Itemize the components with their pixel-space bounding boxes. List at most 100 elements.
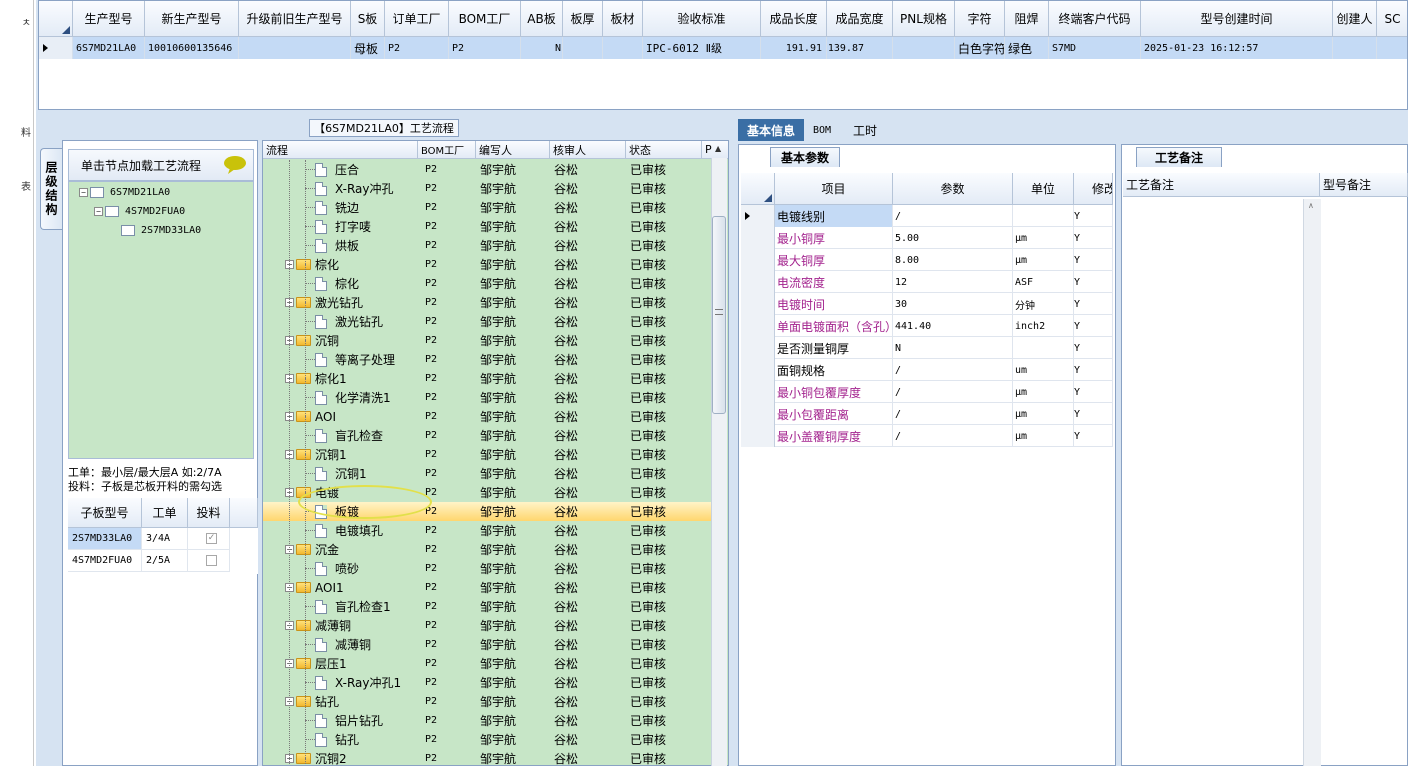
flow-node[interactable]: − 沉铜1 xyxy=(285,445,347,464)
tab-process-remarks[interactable]: 工艺备注 xyxy=(1136,147,1222,167)
cell[interactable]: P2 xyxy=(425,331,437,350)
table-row[interactable]: − 沉铜 P2 邹宇航 谷松 已审核 xyxy=(263,331,713,350)
table-row[interactable]: 面铜规格 / um Y xyxy=(741,359,1113,381)
cell[interactable]: P2 xyxy=(425,749,437,765)
param-unit[interactable]: 分钟 xyxy=(1013,293,1074,315)
cell[interactable]: 谷松 xyxy=(554,217,578,236)
param-value[interactable]: 8.00 xyxy=(893,249,1013,271)
tree-node[interactable]: − 4S7MD2FUA0 xyxy=(94,206,185,217)
param-mod[interactable]: Y xyxy=(1074,293,1113,315)
col-header[interactable]: 新生产型号 xyxy=(145,1,239,37)
cell[interactable]: 已审核 xyxy=(630,236,666,255)
flow-node[interactable]: 烘板 xyxy=(315,236,359,255)
table-row[interactable]: − 钻孔 P2 邹宇航 谷松 已审核 xyxy=(263,692,713,711)
col-header[interactable]: 工艺备注 xyxy=(1123,173,1320,197)
table-row[interactable]: 沉铜1 P2 邹宇航 谷松 已审核 xyxy=(263,464,713,483)
cell[interactable]: 6S7MD21LA0 xyxy=(73,37,145,59)
col-header[interactable]: 单位 xyxy=(1013,173,1074,205)
param-unit[interactable] xyxy=(1013,337,1074,359)
cell[interactable]: 已审核 xyxy=(630,540,666,559)
cell[interactable]: P2 xyxy=(425,160,437,179)
cell[interactable]: 邹宇航 xyxy=(480,673,516,692)
cell[interactable]: 邹宇航 xyxy=(480,559,516,578)
param-unit[interactable]: μm xyxy=(1013,403,1074,425)
cell[interactable]: P2 xyxy=(425,635,437,654)
flow-node[interactable]: X-Ray冲孔 xyxy=(315,179,393,198)
flow-node[interactable]: 化学清洗1 xyxy=(315,388,391,407)
table-row[interactable]: 最小盖覆铜厚度 / μm Y xyxy=(741,425,1113,447)
table-row[interactable]: 棕化 P2 邹宇航 谷松 已审核 xyxy=(263,274,713,293)
col-header[interactable]: 生产型号 xyxy=(73,1,145,37)
cell[interactable]: 谷松 xyxy=(554,331,578,350)
cell[interactable]: 邹宇航 xyxy=(480,711,516,730)
flow-node[interactable]: 激光钻孔 xyxy=(315,312,383,331)
cell[interactable]: P2 xyxy=(425,578,437,597)
cell[interactable]: 母板 xyxy=(351,37,385,59)
cell[interactable]: 绿色 xyxy=(1005,37,1049,59)
cell[interactable]: N xyxy=(521,37,563,59)
table-row[interactable]: 铣边 P2 邹宇航 谷松 已审核 xyxy=(263,198,713,217)
flow-node[interactable]: 打字唛 xyxy=(315,217,371,236)
table-row[interactable]: 最小铜包覆厚度 / μm Y xyxy=(741,381,1113,403)
cell[interactable]: P2 xyxy=(425,350,437,369)
cell[interactable]: 邹宇航 xyxy=(480,426,516,445)
cell[interactable]: 谷松 xyxy=(554,597,578,616)
col-header[interactable]: 项目 xyxy=(775,173,893,205)
cell[interactable]: 谷松 xyxy=(554,274,578,293)
feed-checkbox[interactable] xyxy=(206,555,217,566)
cell[interactable]: 已审核 xyxy=(630,217,666,236)
cell[interactable]: 谷松 xyxy=(554,749,578,765)
cell[interactable]: 谷松 xyxy=(554,711,578,730)
param-mod[interactable]: Y xyxy=(1074,227,1113,249)
table-row[interactable]: − 沉金 P2 邹宇航 谷松 已审核 xyxy=(263,540,713,559)
flow-node[interactable]: − AOI1 xyxy=(285,578,344,597)
cell[interactable]: P2 xyxy=(425,388,437,407)
flow-node[interactable]: 铣边 xyxy=(315,198,359,217)
table-row[interactable]: 压合 P2 邹宇航 谷松 已审核 xyxy=(263,160,713,179)
col-header[interactable]: PNL规格 xyxy=(893,1,955,37)
cell[interactable]: 已审核 xyxy=(630,616,666,635)
cell[interactable]: 谷松 xyxy=(554,407,578,426)
params-grid[interactable]: 项目 参数 单位 修改 电镀线别/Y最小铜厚5.00μmY最大铜厚8.00μmY… xyxy=(741,173,1113,448)
table-row[interactable]: X-Ray冲孔1 P2 邹宇航 谷松 已审核 xyxy=(263,673,713,692)
flow-node[interactable]: 压合 xyxy=(315,160,359,179)
col-header[interactable]: 板厚 xyxy=(563,1,603,37)
col-header[interactable]: 成品宽度 xyxy=(827,1,893,37)
cell[interactable]: 已审核 xyxy=(630,711,666,730)
flow-node[interactable]: 盲孔检查 xyxy=(315,426,383,445)
param-value[interactable]: / xyxy=(893,403,1013,425)
cell[interactable]: 邹宇航 xyxy=(480,331,516,350)
table-row[interactable]: 最小铜厚 5.00 μm Y xyxy=(741,227,1113,249)
param-item[interactable]: 最小铜包覆厚度 xyxy=(775,381,893,403)
remarks-scrollbar[interactable]: ∧ xyxy=(1303,199,1321,766)
cell[interactable]: 谷松 xyxy=(554,502,578,521)
cell[interactable]: 191.91 xyxy=(761,37,827,59)
param-item[interactable]: 最小盖覆铜厚度 xyxy=(775,425,893,447)
cell[interactable]: P2 xyxy=(425,198,437,217)
param-mod[interactable]: Y xyxy=(1074,359,1113,381)
cell[interactable]: 已审核 xyxy=(630,312,666,331)
param-item[interactable]: 电流密度 xyxy=(775,271,893,293)
col-header[interactable]: 流程 xyxy=(263,141,418,159)
cell[interactable]: 谷松 xyxy=(554,179,578,198)
cell[interactable]: 已审核 xyxy=(630,198,666,217)
cell[interactable]: 邹宇航 xyxy=(480,597,516,616)
cell[interactable]: 谷松 xyxy=(554,521,578,540)
cell[interactable]: 邹宇航 xyxy=(480,654,516,673)
cell[interactable]: P2 xyxy=(425,217,437,236)
cell[interactable]: 2S7MD33LA0 xyxy=(68,528,142,550)
param-mod[interactable]: Y xyxy=(1074,249,1113,271)
model-grid[interactable]: 生产型号 新生产型号 升级前旧生产型号 S板 订单工厂 BOM工厂 AB板 板厚… xyxy=(38,0,1408,110)
table-row[interactable]: − AOI P2 邹宇航 谷松 已审核 xyxy=(263,407,713,426)
flow-node[interactable]: 钻孔 xyxy=(315,730,359,749)
col-header[interactable]: AB板 xyxy=(521,1,563,37)
param-item[interactable]: 最小铜厚 xyxy=(775,227,893,249)
cell[interactable]: P2 xyxy=(425,673,437,692)
cell[interactable]: P2 xyxy=(425,293,437,312)
cell[interactable]: 邹宇航 xyxy=(480,312,516,331)
col-header[interactable]: 工单 xyxy=(142,498,188,528)
tree-node[interactable]: − 6S7MD21LA0 xyxy=(79,187,170,198)
col-header[interactable]: 修改 xyxy=(1074,173,1113,205)
flow-node[interactable]: 棕化 xyxy=(315,274,359,293)
table-row[interactable]: − 激光钻孔 P2 邹宇航 谷松 已审核 xyxy=(263,293,713,312)
